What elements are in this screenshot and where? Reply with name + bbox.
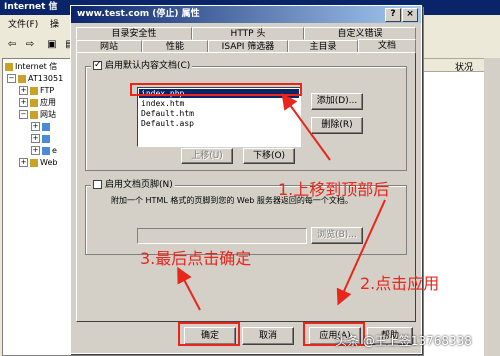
folder-icon [30, 86, 38, 95]
close-icon[interactable]: × [402, 8, 418, 22]
up-folder-icon[interactable]: ▣ [44, 37, 60, 53]
tree-item[interactable]: + e [31, 145, 57, 157]
tree-item[interactable]: + FTP [19, 85, 54, 97]
annotation-step1: 1.上移到顶部后 [278, 180, 390, 199]
folder-icon [30, 98, 38, 107]
menu-action[interactable]: 操 [50, 17, 59, 33]
back-icon[interactable]: ⇦ [4, 37, 20, 53]
add-button[interactable]: 添加(D)... [311, 93, 363, 110]
tab-directory-security[interactable]: 目录安全性 [76, 27, 192, 40]
tree-item[interactable]: − 网站 [19, 109, 56, 121]
default-doc-list[interactable]: index.php index.htm Default.htm Default.… [137, 87, 301, 147]
expand-icon[interactable]: + [19, 158, 28, 167]
expand-icon[interactable]: + [31, 146, 40, 155]
tree-item[interactable]: + [31, 133, 52, 145]
tree-item-label: Internet 信 [15, 62, 58, 71]
list-item[interactable]: Default.asp [139, 119, 194, 128]
site-tree: Internet 信 − AT13051 + FTP + 应用 − 网站 + + + e … [2, 58, 76, 356]
tree-item-label: FTP [40, 86, 55, 95]
expand-icon[interactable]: + [31, 122, 40, 131]
folder-icon [30, 158, 38, 167]
globe-icon [42, 134, 50, 143]
tab-http-headers[interactable]: HTTP 头 [192, 27, 304, 40]
globe-icon [42, 146, 50, 155]
folder-icon [30, 110, 38, 119]
tree-item-label: 应用 [40, 98, 56, 107]
dialog-titlebar[interactable]: www.test.com (停止) 属性 ? × [71, 6, 421, 23]
watermark: 头条 @王上签13768338 [335, 334, 472, 348]
default-doc-label: 启用默认内容文档(C) [105, 61, 191, 71]
default-doc-checkbox[interactable]: ✓ [93, 61, 102, 70]
help-icon[interactable]: ? [385, 8, 401, 22]
highlight-box-ok [178, 322, 240, 346]
browse-button[interactable]: 浏览(B)... [311, 227, 363, 244]
move-down-button[interactable]: 下移(O) [243, 148, 295, 164]
tree-item-label: 网站 [40, 110, 56, 119]
tree-item-label: Web [40, 158, 58, 167]
expand-icon[interactable]: + [19, 86, 28, 95]
server-icon [5, 62, 13, 71]
collapse-icon[interactable]: − [19, 110, 28, 119]
annotation-step3: 3.最后点击确定 [140, 249, 252, 268]
tree-item[interactable]: + Web [19, 157, 57, 169]
footer-label: 启用文档页脚(N) [105, 180, 173, 190]
remove-button[interactable]: 删除(R) [311, 117, 363, 134]
dialog-title: www.test.com (停止) 属性 [77, 9, 200, 19]
menu-file[interactable]: 文件(F) [8, 17, 38, 33]
tree-item-label: e [52, 146, 57, 155]
tree-item[interactable]: + [31, 121, 52, 133]
vertical-scrollbar[interactable] [484, 58, 500, 356]
forward-icon[interactable]: ⇨ [22, 37, 38, 53]
footer-group-label[interactable]: 启用文档页脚(N) [91, 180, 175, 191]
globe-icon [42, 122, 50, 131]
list-item[interactable]: index.htm [139, 99, 184, 108]
expand-icon[interactable]: + [31, 134, 40, 143]
tree-item-label: AT13051 [28, 74, 64, 83]
cancel-button[interactable]: 取消 [242, 327, 294, 345]
highlight-box-index-php [130, 83, 302, 96]
footer-path-input[interactable] [137, 228, 307, 244]
column-header-status[interactable]: 状况 [455, 60, 473, 73]
default-doc-group-label[interactable]: ✓ 启用默认内容文档(C) [91, 61, 193, 72]
computer-icon [18, 74, 26, 83]
collapse-icon[interactable]: − [7, 74, 16, 83]
expand-icon[interactable]: + [19, 98, 28, 107]
move-up-button[interactable]: 上移(U) [181, 148, 233, 164]
list-item[interactable]: Default.htm [139, 109, 194, 118]
annotation-step2: 2.点击应用 [360, 274, 440, 293]
footer-checkbox[interactable] [93, 180, 102, 189]
tree-item[interactable]: − AT13051 [7, 73, 63, 85]
tree-item[interactable]: Internet 信 [5, 61, 57, 73]
tree-item[interactable]: + 应用 [19, 97, 56, 109]
